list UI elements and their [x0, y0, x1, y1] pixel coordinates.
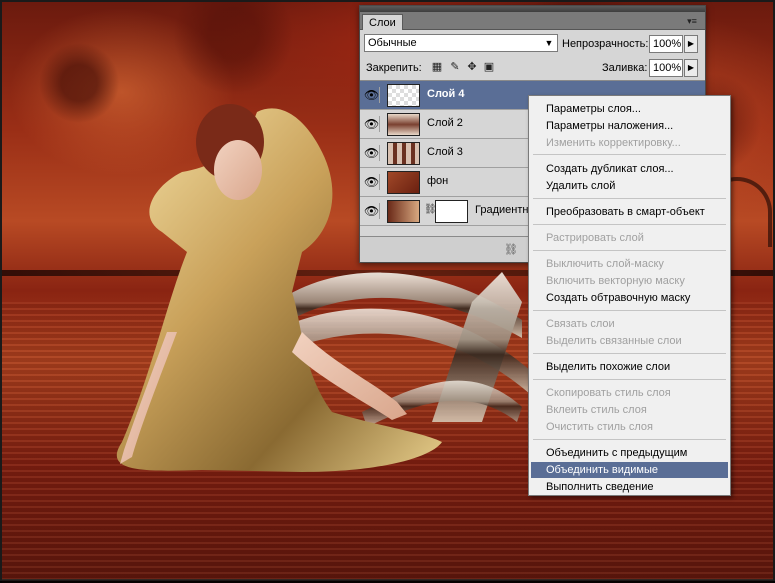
layer-thumbnail	[387, 142, 420, 165]
lock-pixels-brush-icon[interactable]: ✎	[449, 61, 461, 73]
layer-name: Слой 2	[427, 117, 463, 129]
lock-transparency-icon[interactable]: ▦	[431, 61, 443, 73]
menu-item-create-clipping-mask[interactable]: Создать обтравочную маску	[531, 290, 728, 306]
blend-opacity-row: Обычные ▼ Непрозрачность: 100% ▶	[364, 34, 702, 54]
layer-thumbnail	[387, 113, 420, 136]
visibility-eye-icon[interactable]: 👁	[364, 203, 380, 219]
layer-name: Слой 4	[427, 88, 465, 100]
menu-separator	[533, 310, 726, 311]
lock-label: Закрепить:	[366, 62, 422, 74]
gradient-thumbnail	[387, 200, 420, 223]
tab-layers[interactable]: Слои	[362, 14, 403, 30]
menu-item-blending-options[interactable]: Параметры наложения...	[531, 118, 728, 134]
menu-separator	[533, 250, 726, 251]
fill-field[interactable]: 100%	[649, 59, 683, 77]
menu-item-enable-vector-mask[interactable]: Включить векторную маску	[531, 273, 728, 289]
layer-context-menu: Параметры слоя... Параметры наложения...…	[528, 95, 731, 496]
visibility-eye-icon[interactable]: 👁	[364, 87, 380, 103]
lock-position-move-icon[interactable]: ✥	[466, 61, 478, 73]
layer-thumbnail	[387, 171, 420, 194]
layer-name: Слой 3	[427, 146, 463, 158]
fill-label: Заливка:	[602, 62, 648, 74]
fill-slider-arrow[interactable]: ▶	[684, 59, 698, 77]
menu-separator	[533, 154, 726, 155]
menu-item-link-layers[interactable]: Связать слои	[531, 316, 728, 332]
menu-item-convert-smart-object[interactable]: Преобразовать в смарт-объект	[531, 204, 728, 220]
blend-mode-select[interactable]: Обычные ▼	[364, 34, 558, 52]
menu-item-edit-adjustment[interactable]: Изменить корректировку...	[531, 135, 728, 151]
menu-item-paste-layer-style[interactable]: Вклеить стиль слоя	[531, 402, 728, 418]
panel-menu-icon[interactable]: ▾≡	[683, 14, 701, 28]
layer-name: Градиентна	[475, 204, 535, 216]
menu-item-merge-down[interactable]: Объединить с предыдущим	[531, 445, 728, 461]
menu-separator	[533, 198, 726, 199]
lock-all-icon[interactable]: ▣	[483, 61, 495, 73]
layer-mask-thumbnail[interactable]	[435, 200, 468, 223]
menu-item-copy-layer-style[interactable]: Скопировать стиль слоя	[531, 385, 728, 401]
lock-fill-row: Закрепить: ▦ ✎ ✥ ▣ Заливка: 100% ▶	[364, 58, 702, 78]
menu-item-merge-visible[interactable]: Объединить видимые	[531, 462, 728, 478]
blend-mode-value: Обычные	[368, 37, 417, 49]
menu-item-layer-properties[interactable]: Параметры слоя...	[531, 101, 728, 117]
menu-item-rasterize-layer[interactable]: Растрировать слой	[531, 230, 728, 246]
visibility-eye-icon[interactable]: 👁	[364, 145, 380, 161]
menu-item-select-similar-layers[interactable]: Выделить похожие слои	[531, 359, 728, 375]
opacity-field[interactable]: 100%	[649, 35, 683, 53]
opacity-label: Непрозрачность:	[562, 38, 649, 50]
menu-item-disable-layer-mask[interactable]: Выключить слой-маску	[531, 256, 728, 272]
menu-item-duplicate-layer[interactable]: Создать дубликат слоя...	[531, 161, 728, 177]
link-layers-icon[interactable]: ⛓	[504, 243, 518, 256]
menu-item-flatten-image[interactable]: Выполнить сведение	[531, 479, 728, 495]
menu-item-select-linked-layers[interactable]: Выделить связанные слои	[531, 333, 728, 349]
opacity-slider-arrow[interactable]: ▶	[684, 35, 698, 53]
menu-separator	[533, 353, 726, 354]
menu-item-clear-layer-style[interactable]: Очистить стиль слоя	[531, 419, 728, 435]
menu-item-delete-layer[interactable]: Удалить слой	[531, 178, 728, 194]
layer-thumbnail	[387, 84, 420, 107]
chevron-down-icon: ▼	[544, 38, 554, 48]
menu-separator	[533, 439, 726, 440]
visibility-eye-icon[interactable]: 👁	[364, 116, 380, 132]
menu-separator	[533, 224, 726, 225]
menu-separator	[533, 379, 726, 380]
layer-name: фон	[427, 175, 449, 187]
visibility-eye-icon[interactable]: 👁	[364, 174, 380, 190]
panel-tab-row: Слои ▾≡	[360, 12, 705, 30]
